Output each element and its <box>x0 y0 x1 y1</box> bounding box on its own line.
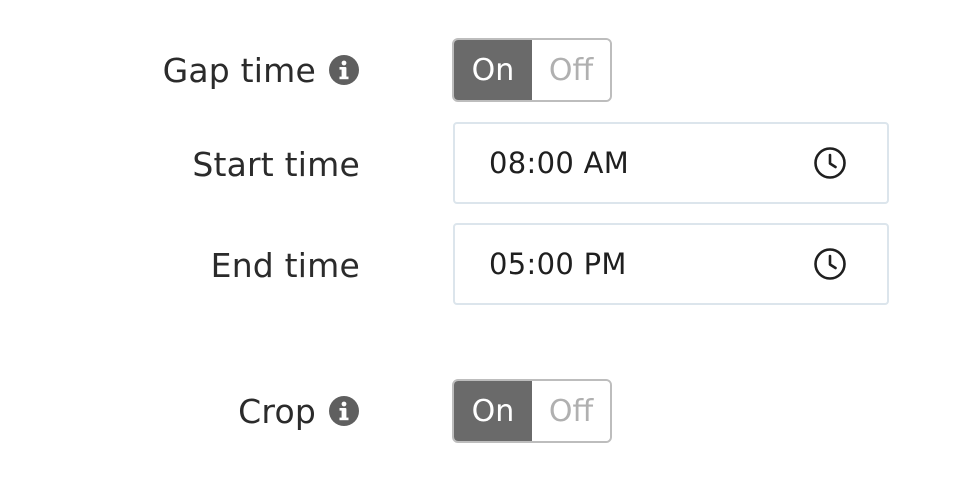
start-time-label-row: Start time <box>192 142 360 186</box>
end-time-field[interactable]: 05:00 PM <box>453 223 889 305</box>
clock-icon[interactable] <box>813 247 847 281</box>
end-time-label: End time <box>210 245 360 285</box>
clock-icon[interactable] <box>813 146 847 180</box>
start-time-label: Start time <box>192 144 360 184</box>
gap-time-toggle-on[interactable]: On <box>454 40 532 100</box>
end-time-label-row: End time <box>211 243 360 287</box>
info-icon[interactable] <box>328 54 360 86</box>
crop-label-row: Crop <box>238 389 360 433</box>
gap-time-toggle-off[interactable]: Off <box>532 40 610 100</box>
gap-time-label-row: Gap time <box>163 48 360 92</box>
gap-time-label: Gap time <box>162 50 316 90</box>
gap-time-toggle[interactable]: On Off <box>452 38 612 102</box>
crop-label: Crop <box>238 391 316 431</box>
end-time-value[interactable]: 05:00 PM <box>489 247 627 281</box>
crop-toggle-on[interactable]: On <box>454 381 532 441</box>
start-time-value[interactable]: 08:00 AM <box>489 146 629 180</box>
start-time-field[interactable]: 08:00 AM <box>453 122 889 204</box>
crop-toggle[interactable]: On Off <box>452 379 612 443</box>
crop-toggle-off[interactable]: Off <box>532 381 610 441</box>
info-icon[interactable] <box>328 395 360 427</box>
